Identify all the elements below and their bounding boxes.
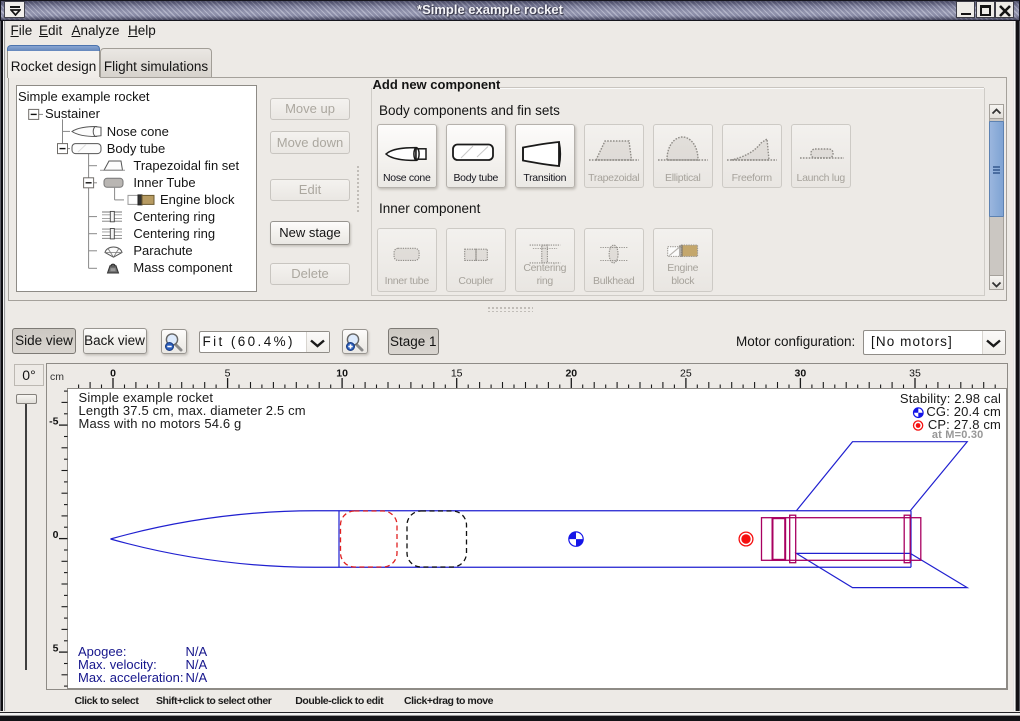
- svg-text:Mass with no motors 54.6 g: Mass with no motors 54.6 g: [79, 416, 242, 431]
- svg-text:35: 35: [909, 368, 921, 380]
- svg-text:20: 20: [565, 368, 577, 380]
- svg-text:0: 0: [53, 529, 59, 541]
- svg-text:N/A: N/A: [186, 670, 208, 685]
- svg-text:5: 5: [53, 642, 59, 654]
- svg-text:at M=0.30: at M=0.30: [932, 429, 984, 441]
- svg-text:Max. acceleration:: Max. acceleration:: [78, 670, 184, 685]
- svg-text:cm: cm: [50, 371, 64, 383]
- svg-text:15: 15: [451, 368, 463, 380]
- svg-text:5: 5: [225, 368, 231, 380]
- svg-text:30: 30: [795, 368, 807, 380]
- svg-text:10: 10: [336, 368, 348, 380]
- svg-text:-5: -5: [49, 415, 58, 427]
- svg-text:0: 0: [110, 368, 116, 380]
- svg-text:25: 25: [680, 368, 692, 380]
